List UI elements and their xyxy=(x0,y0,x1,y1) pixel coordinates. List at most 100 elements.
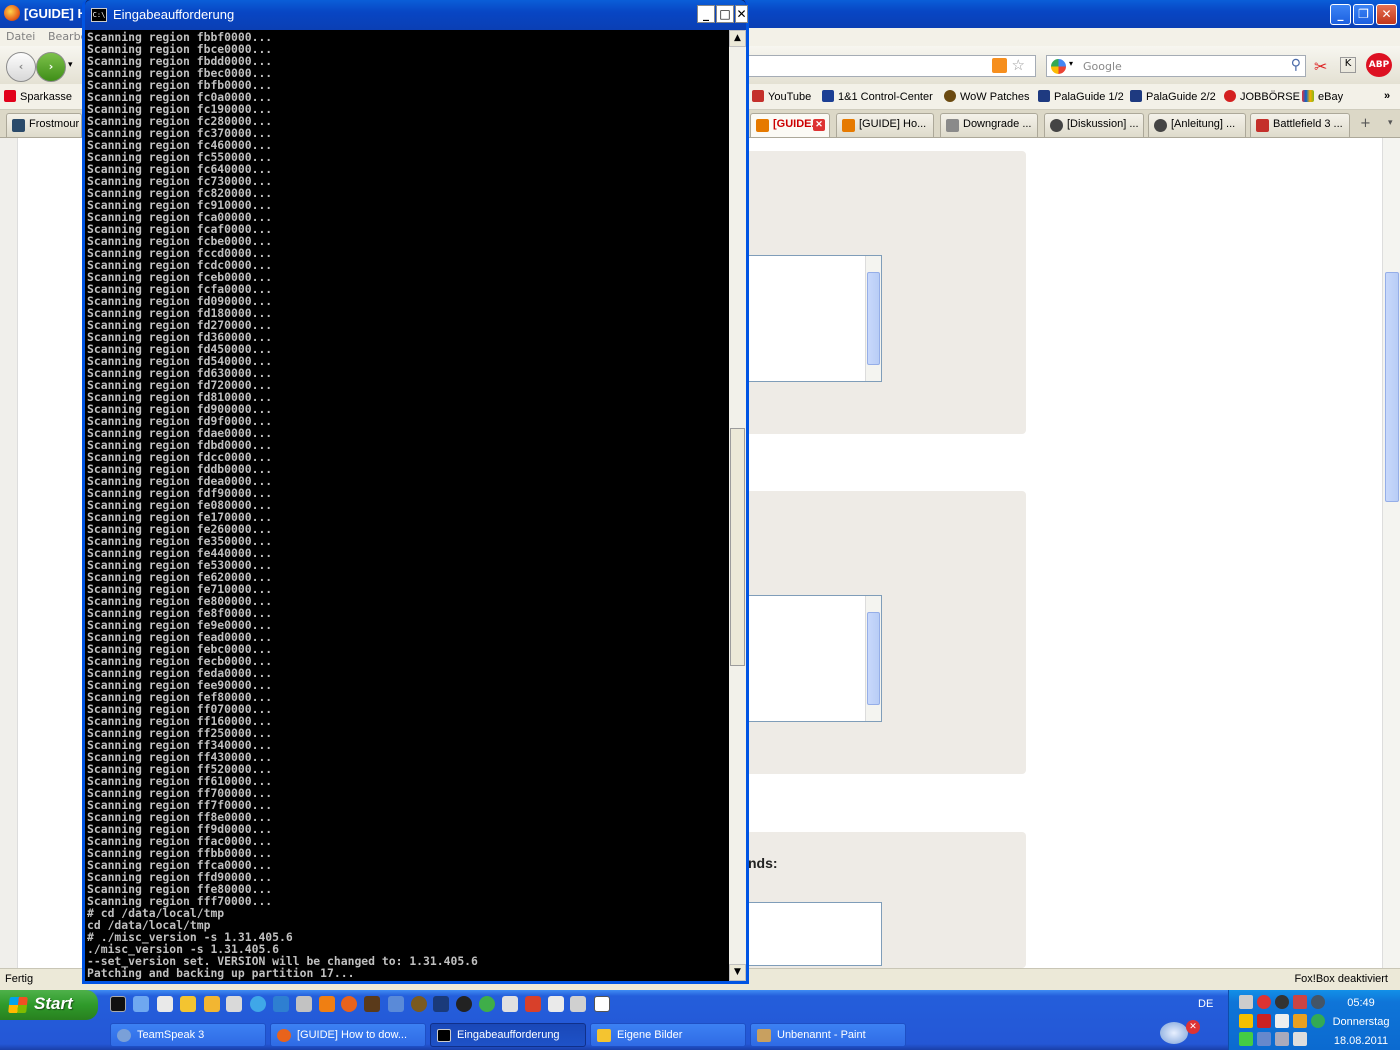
start-button[interactable]: Start xyxy=(0,990,98,1020)
code-box-1-scrollbar[interactable] xyxy=(865,256,881,381)
tab-list-icon[interactable]: ▾ xyxy=(1388,118,1393,128)
scroll-thumb[interactable] xyxy=(867,612,880,705)
scroll-down-icon[interactable]: ▼ xyxy=(729,964,746,981)
network-icon[interactable] xyxy=(1257,1032,1271,1046)
x-quicklaunch-icon[interactable] xyxy=(594,996,610,1012)
bookmark-jobboerse[interactable]: JOBBÖRSE xyxy=(1224,90,1300,103)
back-button[interactable]: ‹ xyxy=(6,52,36,82)
bookmarks-overflow-icon[interactable]: » xyxy=(1384,90,1390,102)
m-quicklaunch-icon[interactable] xyxy=(433,996,449,1012)
task-cmd[interactable]: Eingabeaufforderung xyxy=(430,1023,586,1047)
firefox-quicklaunch-icon[interactable] xyxy=(341,996,357,1012)
scroll-up-icon[interactable]: ▲ xyxy=(729,30,746,47)
tray-icon-4[interactable] xyxy=(1293,995,1307,1009)
addon-icon[interactable]: ✂ xyxy=(1314,57,1327,76)
print-quicklaunch-icon[interactable] xyxy=(296,996,312,1012)
cmd-minimize-button[interactable]: _ xyxy=(697,5,715,23)
menu-item-file[interactable]: Datei xyxy=(6,30,35,43)
tab-anleitung[interactable]: [Anleitung] ... xyxy=(1148,113,1246,137)
computer-quicklaunch-icon[interactable] xyxy=(226,996,242,1012)
game-quicklaunch-icon[interactable] xyxy=(364,996,380,1012)
code-box-3[interactable] xyxy=(740,902,882,966)
star-icon[interactable]: ☆ xyxy=(1012,56,1025,74)
device-quicklaunch-icon[interactable] xyxy=(570,996,586,1012)
url-bar[interactable]: ☆ xyxy=(748,55,1036,77)
k-addon-icon[interactable]: K xyxy=(1340,57,1356,73)
tray-icon-13[interactable] xyxy=(1275,1032,1289,1046)
tray-icon-9[interactable] xyxy=(1293,1014,1307,1028)
app-quicklaunch-icon[interactable] xyxy=(204,996,220,1012)
clock[interactable]: 05:49 Donnerstag 18.08.2011 xyxy=(1330,994,1392,1050)
new-tab-icon[interactable]: + xyxy=(1360,116,1371,131)
tab-diskussion[interactable]: [Diskussion] ... xyxy=(1044,113,1144,137)
forward-button[interactable]: › xyxy=(36,52,66,82)
tool-quicklaunch-icon[interactable] xyxy=(525,996,541,1012)
tray-icon-2[interactable] xyxy=(1257,995,1271,1009)
tray-icon-1[interactable] xyxy=(1239,995,1253,1009)
page-scrollbar[interactable] xyxy=(1382,138,1400,968)
task-firefox[interactable]: [GUIDE] How to dow... xyxy=(270,1023,426,1047)
google-engine-icon[interactable] xyxy=(1051,59,1066,74)
bookmark-sparkasse[interactable]: Sparkasse xyxy=(4,90,72,103)
tray-icon-10[interactable] xyxy=(1311,1014,1325,1028)
network-quicklaunch-icon[interactable] xyxy=(273,996,289,1012)
bookmark-wow-patches[interactable]: WoW Patches xyxy=(944,90,1030,103)
steam-quicklaunch-icon[interactable] xyxy=(456,996,472,1012)
tab-downgrade[interactable]: Downgrade ... xyxy=(940,113,1038,137)
close-button[interactable]: ✕ xyxy=(1376,4,1397,25)
tab-guide[interactable]: [GUIDE] Ho... xyxy=(836,113,934,137)
restore-button[interactable]: ❐ xyxy=(1353,4,1374,25)
media-quicklaunch-icon[interactable] xyxy=(388,996,404,1012)
language-indicator[interactable]: DE xyxy=(1198,998,1213,1010)
notes-quicklaunch-icon[interactable] xyxy=(502,996,518,1012)
bookmark-1und1[interactable]: 1&1 Control-Center xyxy=(822,90,933,103)
cmd-scrollbar[interactable]: ▲ ▼ xyxy=(729,30,746,981)
bookmark-youtube[interactable]: YouTube xyxy=(752,90,811,103)
history-dropdown-icon[interactable]: ▾ xyxy=(68,60,73,70)
wow-quicklaunch-icon[interactable] xyxy=(411,996,427,1012)
tray-icon-7[interactable] xyxy=(1257,1014,1271,1028)
bookmark-palaguide-2[interactable]: PalaGuide 2/2 xyxy=(1130,90,1216,103)
rss-icon[interactable] xyxy=(992,58,1007,73)
ie-quicklaunch-icon[interactable] xyxy=(250,996,266,1012)
tab-close-icon[interactable]: ✕ xyxy=(813,119,825,131)
bookmark-ebay[interactable]: eBay xyxy=(1302,90,1343,103)
scroll-thumb[interactable] xyxy=(867,272,880,365)
documents-quicklaunch-icon[interactable] xyxy=(157,996,173,1012)
minimize-button[interactable]: _ xyxy=(1330,4,1351,25)
engine-dropdown-icon[interactable]: ▾ xyxy=(1069,59,1073,68)
search-icon[interactable]: ⚲ xyxy=(1291,57,1301,73)
console-output[interactable]: Scanning region fbbf0000... Scanning regi… xyxy=(85,30,729,981)
messenger-tray-icon[interactable] xyxy=(1160,1022,1188,1044)
tab-guide-active[interactable]: [GUIDE... ✕ xyxy=(750,113,830,137)
alert-icon[interactable]: ✕ xyxy=(1186,1020,1200,1034)
adblock-plus-icon[interactable]: ABP xyxy=(1366,53,1392,77)
task-teamspeak[interactable]: TeamSpeak 3 xyxy=(110,1023,266,1047)
cmd-quicklaunch-icon[interactable] xyxy=(110,996,126,1012)
volume-icon[interactable] xyxy=(1293,1032,1307,1046)
folder-quicklaunch-icon[interactable] xyxy=(180,996,196,1012)
steam-tray-icon[interactable] xyxy=(1275,995,1289,1009)
tray-icon-5[interactable] xyxy=(1311,995,1325,1009)
task-paint[interactable]: Unbenannt - Paint xyxy=(750,1023,906,1047)
tab-frostmourne[interactable]: Frostmour xyxy=(6,113,82,137)
shield-icon[interactable] xyxy=(1239,1014,1253,1028)
icq-quicklaunch-icon[interactable] xyxy=(479,996,495,1012)
cmd-scroll-thumb[interactable] xyxy=(730,428,745,666)
cmd-maximize-button[interactable]: □ xyxy=(716,5,734,23)
tray-icon-8[interactable] xyxy=(1275,1014,1289,1028)
foxbox-status[interactable]: Fox!Box deaktiviert xyxy=(1294,973,1388,985)
tray-icon-11[interactable] xyxy=(1239,1032,1253,1046)
code-box-1[interactable] xyxy=(740,255,882,382)
bookmark-palaguide-1[interactable]: PalaGuide 1/2 xyxy=(1038,90,1124,103)
page-scroll-thumb[interactable] xyxy=(1385,272,1399,502)
search-input[interactable]: ▾ Google ⚲ xyxy=(1046,55,1306,77)
vlc-quicklaunch-icon[interactable] xyxy=(319,996,335,1012)
doc-quicklaunch-icon[interactable] xyxy=(548,996,564,1012)
cmd-title-bar[interactable]: C:\ Eingabeaufforderung _ □ ✕ xyxy=(85,0,748,30)
tab-battlefield[interactable]: Battlefield 3 ... xyxy=(1250,113,1350,137)
code-box-2-scrollbar[interactable] xyxy=(865,596,881,721)
code-box-2[interactable] xyxy=(740,595,882,722)
task-eigene-bilder[interactable]: Eigene Bilder xyxy=(590,1023,746,1047)
explorer-quicklaunch-icon[interactable] xyxy=(133,996,149,1012)
